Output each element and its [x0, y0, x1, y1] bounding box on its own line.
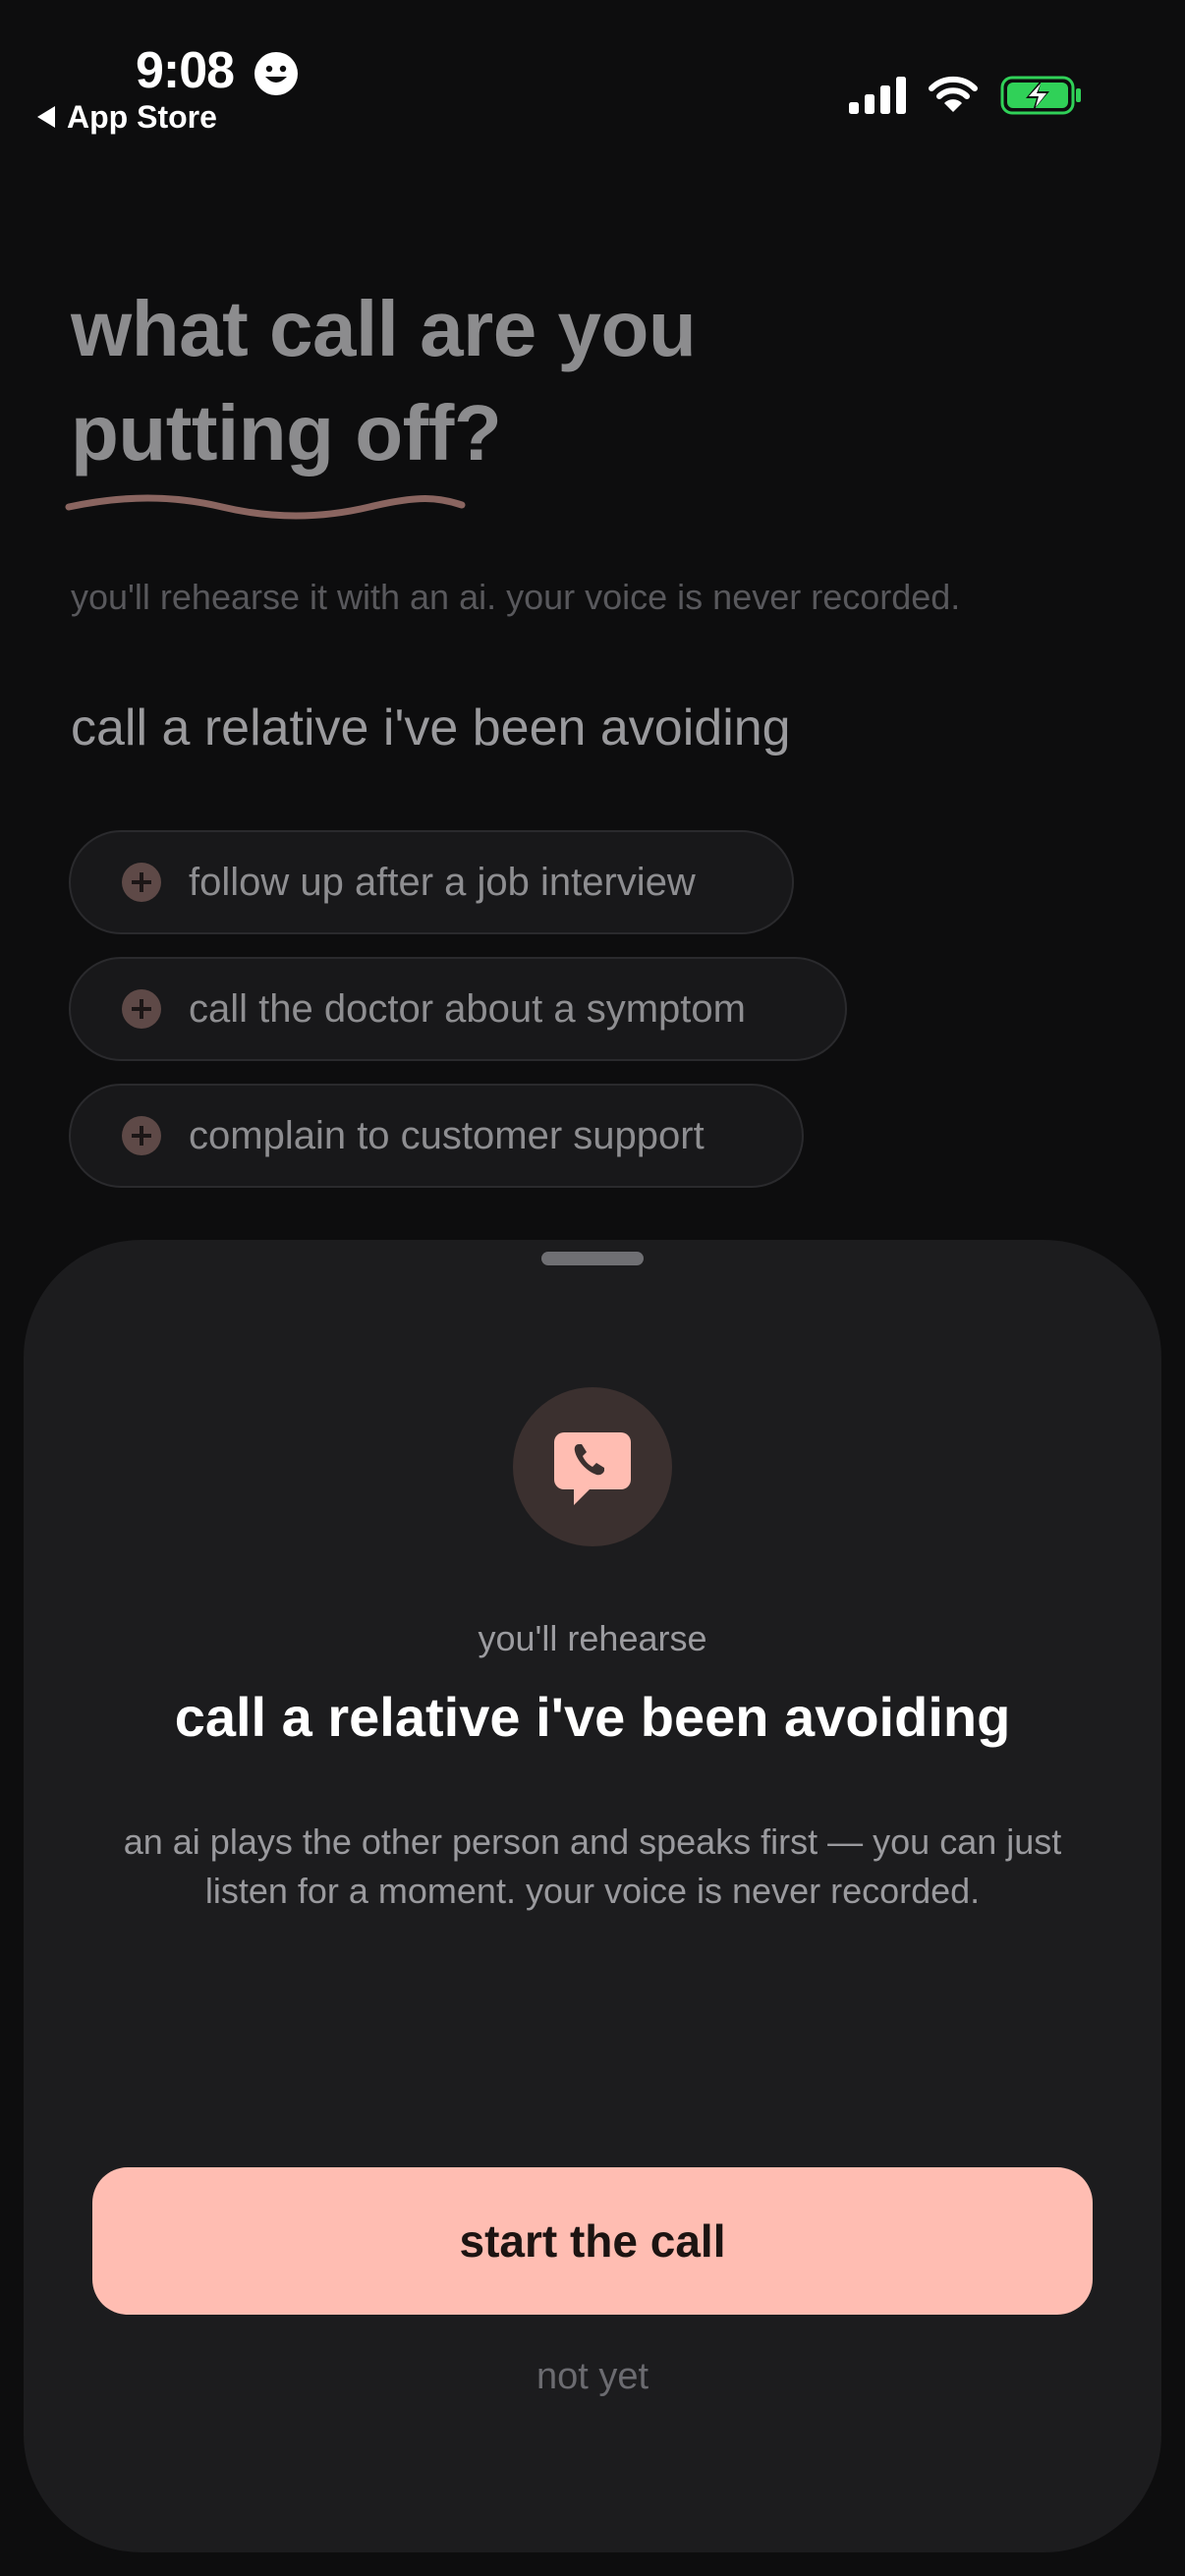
sheet-grabber-handle[interactable]: [541, 1252, 644, 1265]
suggestion-chip[interactable]: follow up after a job interview: [69, 830, 794, 934]
sheet-eyebrow: you'll rehearse: [478, 1618, 707, 1658]
start-call-button[interactable]: start the call: [92, 2167, 1093, 2315]
cellular-signal-icon: [849, 77, 906, 114]
screen: 9:08 App Store what call are you putting…: [0, 0, 1185, 2576]
wifi-icon: [929, 76, 978, 112]
sheet-description: an ai plays the other person and speaks …: [123, 1821, 1062, 1911]
page-headline: what call are you putting off?: [71, 285, 697, 476]
page-subtitle: you'll rehearse it with an ai. your voic…: [71, 577, 961, 617]
plus-circle-icon: [122, 1116, 161, 1155]
suggestion-chip[interactable]: call the doctor about a symptom: [69, 957, 847, 1061]
back-app-label: App Store: [67, 98, 217, 135]
headline-underline-squiggle: [65, 494, 466, 520]
battery-charging-icon: [1000, 76, 1081, 115]
suggestion-chip-label: call the doctor about a symptom: [189, 986, 746, 1031]
plus-circle-icon: [122, 989, 161, 1029]
sheet-title: call a relative i've been avoiding: [174, 1686, 1011, 1748]
back-to-app-store[interactable]: App Store: [37, 96, 217, 138]
plus-circle-icon: [122, 863, 161, 902]
suggestion-chip[interactable]: complain to customer support: [69, 1084, 804, 1188]
call-goal-input[interactable]: call a relative i've been avoiding: [71, 694, 791, 762]
not-yet-button[interactable]: not yet: [0, 2352, 1185, 2401]
status-time: 9:08: [136, 42, 235, 99]
back-arrow-icon: [37, 106, 55, 128]
phone-chat-bubble-icon: [554, 1432, 631, 1505]
sheet-icon-badge: [513, 1387, 672, 1546]
suggestion-chip-label: follow up after a job interview: [189, 860, 696, 904]
suggestion-chip-label: complain to customer support: [189, 1113, 705, 1157]
smiley-icon: [254, 52, 298, 95]
